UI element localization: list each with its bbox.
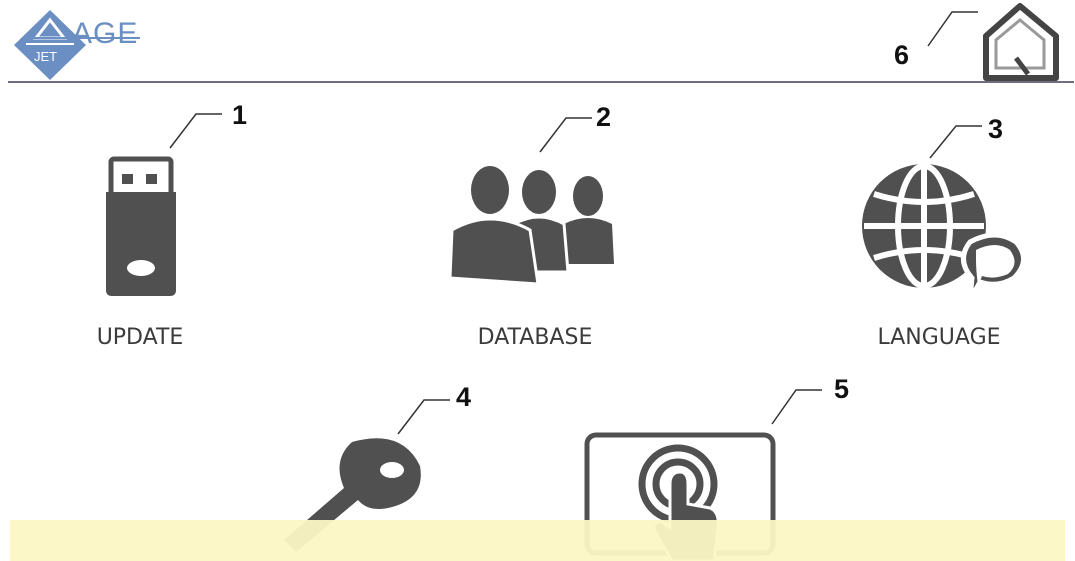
bottom-highlight-band [0,520,1075,561]
language-tile[interactable]: LANGUAGE [846,160,1032,360]
database-label: DATABASE [477,325,593,350]
home-callout-line [927,11,978,47]
home-button[interactable] [980,2,1062,82]
usb-drive-icon [106,156,176,296]
key-callout-number: 4 [456,382,472,412]
globe-chat-icon [862,163,1026,302]
update-callout-number: 1 [232,100,248,130]
database-tile[interactable]: DATABASE [440,160,630,360]
database-callout-number: 2 [596,102,612,132]
bottom-band-right-edge [1065,520,1075,561]
home-callout-number: 6 [894,40,910,70]
header-divider [8,81,1074,83]
header: AGE JET 6 [0,0,1075,82]
language-label: LANGUAGE [877,325,1001,350]
update-tile[interactable]: UPDATE [60,150,220,360]
users-group-icon [448,166,614,286]
touch-callout-number: 5 [834,374,850,404]
bottom-band-left-edge [0,520,10,561]
language-callout-number: 3 [988,114,1004,144]
update-label: UPDATE [96,325,184,350]
home-icon [983,3,1059,81]
